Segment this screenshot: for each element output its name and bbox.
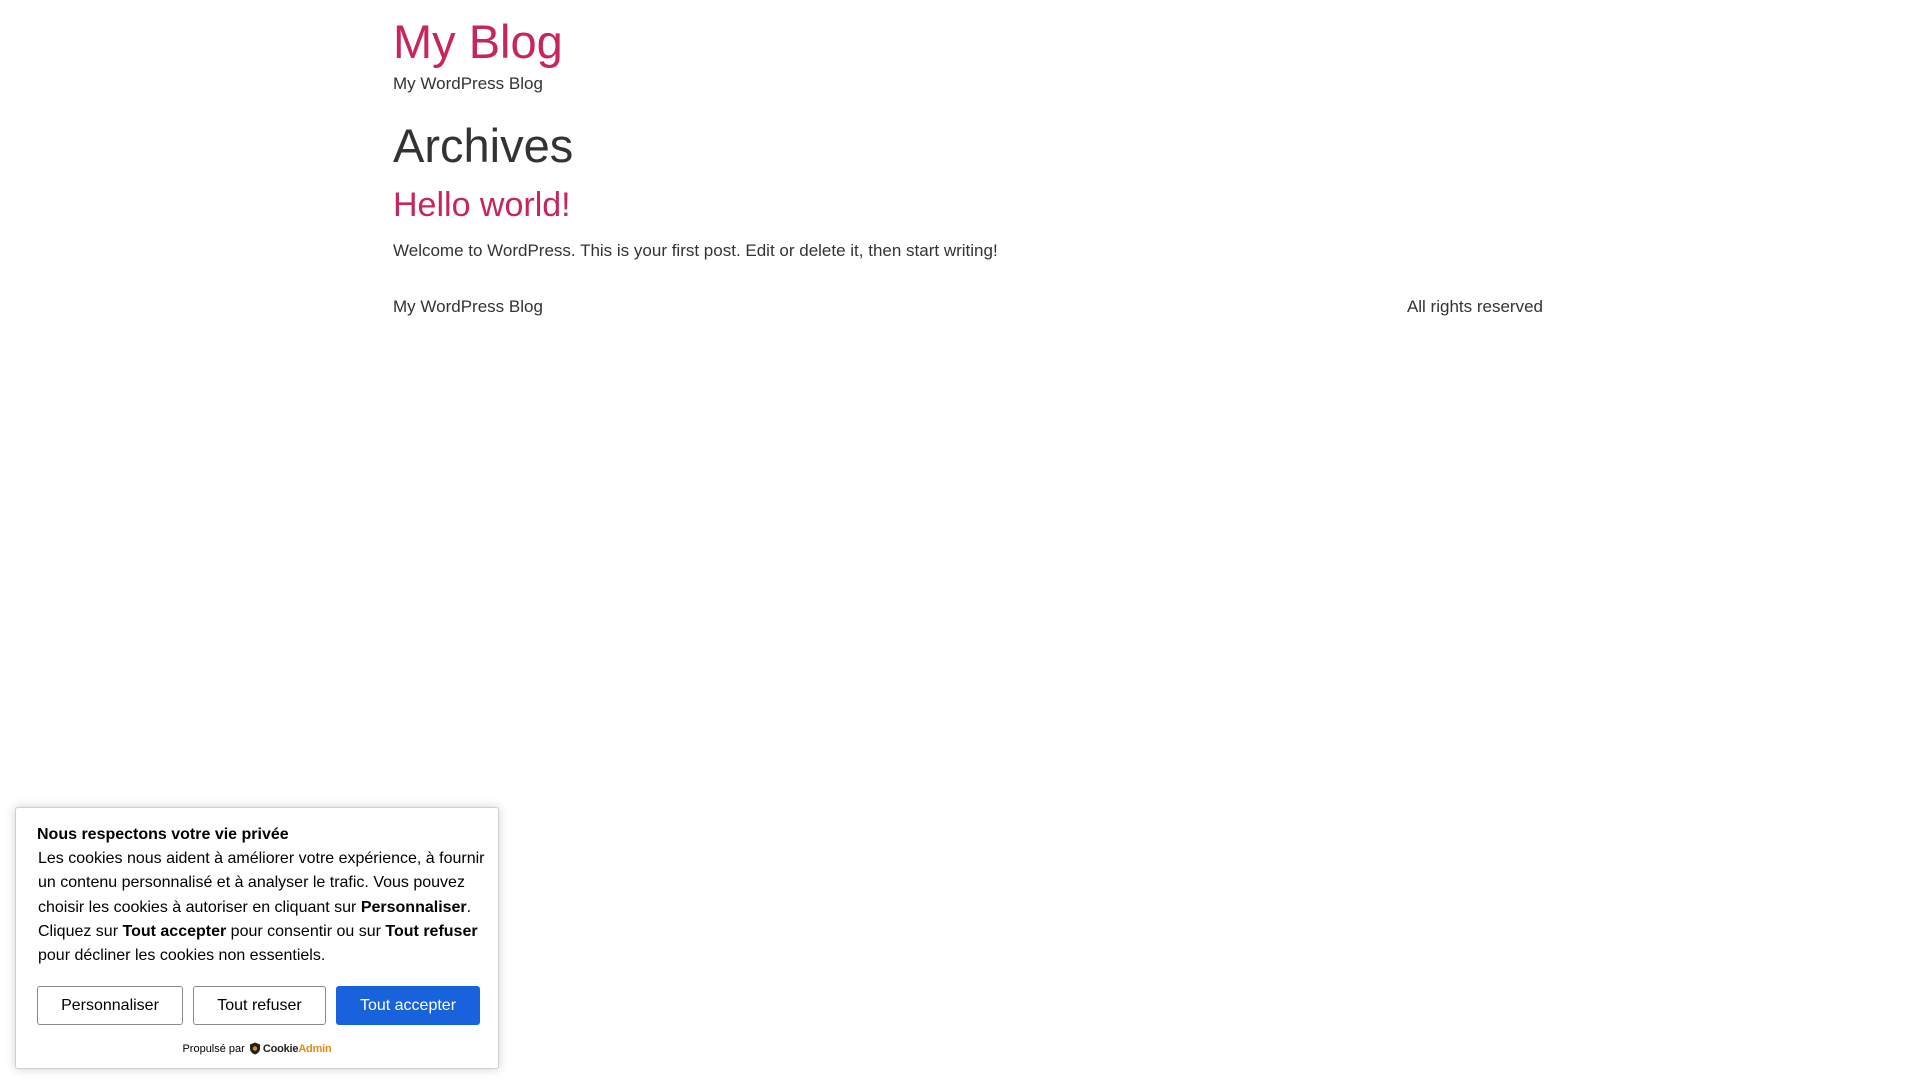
archives-heading: Archives <box>393 119 574 172</box>
post-excerpt: Welcome to WordPress. This is your first… <box>393 241 998 260</box>
brand-name-part: Cookie <box>262 1042 299 1055</box>
cookie-text-part: pour décliner les cookies non essentiels… <box>38 947 326 965</box>
page: My Blog My WordPress Blog Archives Hello… <box>0 0 1920 1080</box>
reject-all-button[interactable]: Tout refuser <box>193 986 326 1025</box>
customize-button[interactable]: Personnaliser <box>37 986 183 1025</box>
cookie-consent-description: Les cookies nous aident à améliorer votr… <box>38 847 488 968</box>
accept-all-button[interactable]: Tout accepter <box>336 986 480 1025</box>
site-title-link[interactable]: My Blog <box>393 14 563 70</box>
powered-by-label: Propulsé par <box>182 1042 245 1055</box>
footer-site-name: My WordPress Blog <box>393 297 543 316</box>
brand-name-part: Admin <box>298 1042 332 1055</box>
cookie-consent-title: Nous respectons votre vie privée <box>37 826 289 843</box>
cookie-text-bold: Personnaliser <box>360 898 467 916</box>
powered-by: Propulsé par CookieAdmin <box>16 1042 498 1055</box>
cookie-shield-icon <box>249 1042 261 1055</box>
cookie-button-group: Personnaliser Tout refuser Tout accepter <box>37 986 480 1025</box>
post-title-link[interactable]: Hello world! <box>393 183 571 227</box>
cookie-text-bold: Tout accepter <box>122 922 227 940</box>
cookie-consent-panel: Nous respectons votre vie privée Les coo… <box>15 807 499 1069</box>
site-tagline: My WordPress Blog <box>393 74 543 93</box>
footer-copyright: All rights reserved <box>1406 297 1543 316</box>
cookie-text-part: pour consentir ou sur <box>226 922 386 940</box>
cookie-text-bold: Tout refuser <box>385 922 478 940</box>
cookieadmin-logo-link[interactable]: CookieAdmin <box>263 1043 332 1055</box>
